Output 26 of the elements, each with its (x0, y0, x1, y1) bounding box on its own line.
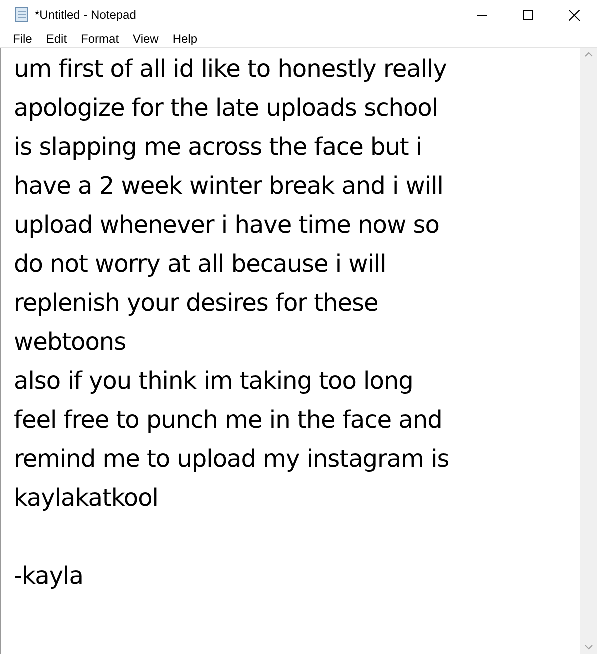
window-title: *Untitled - Notepad (35, 7, 136, 24)
text-line: upload whenever i have time now so (14, 210, 440, 241)
menu-item[interactable]: Format (74, 30, 126, 48)
menu-item[interactable]: File (6, 30, 40, 48)
text-line: is slapping me across the face but i (14, 132, 422, 163)
scrollbar[interactable] (580, 48, 597, 654)
text-line: apologize for the late uploads school (14, 93, 438, 124)
notepad-icon (14, 7, 30, 23)
signature-text: -kayla (14, 561, 84, 592)
text-line: do not worry at all because i will (14, 249, 386, 280)
text-line: also if you think im taking too long (14, 366, 414, 397)
text-line: um first of all id like to honestly really (14, 54, 447, 85)
menu-item[interactable]: Edit (39, 30, 74, 48)
close-icon (568, 10, 580, 20)
text-line: replenish your desires for these (14, 288, 378, 319)
scroll-up-icon[interactable] (584, 52, 592, 57)
text-line: feel free to punch me in the face and (14, 405, 442, 436)
maximize-icon (523, 10, 533, 20)
scroll-down-icon[interactable] (584, 645, 592, 650)
text-line: have a 2 week winter break and i will (14, 171, 444, 202)
minimize-icon (477, 14, 487, 16)
text-line: kaylakatkool (14, 483, 158, 514)
text-line: webtoons (14, 327, 126, 358)
menu-item[interactable]: Help (166, 30, 205, 48)
menu-item[interactable]: View (126, 30, 166, 48)
text-line: remind me to upload my instagram is (14, 444, 450, 475)
